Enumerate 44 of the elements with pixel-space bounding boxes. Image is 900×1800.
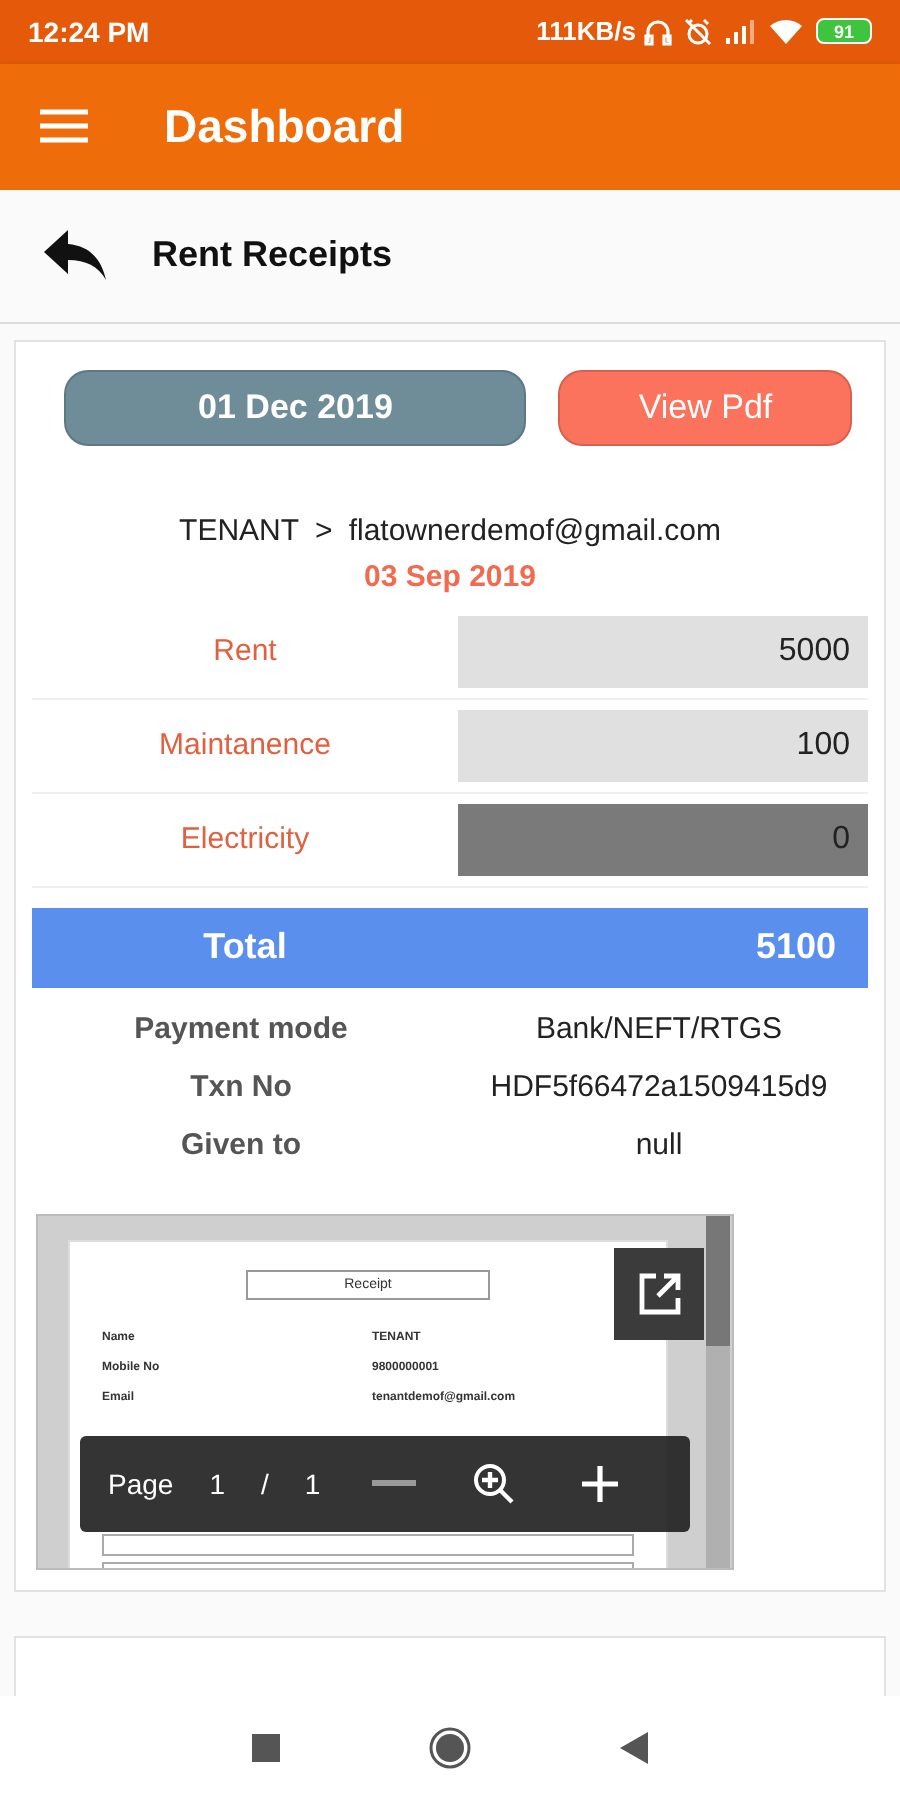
back-nav-icon[interactable] xyxy=(620,1732,648,1765)
detail-label: Given to xyxy=(180,1127,301,1162)
zoom-out-button[interactable] xyxy=(372,1479,417,1488)
scrollbar-thumb[interactable] xyxy=(706,1215,730,1346)
detail-value: Bank/NEFT/RTGS xyxy=(535,1011,783,1046)
arrow-separator: > xyxy=(315,513,333,548)
total-value: 5100 xyxy=(755,926,836,969)
page-slash: / xyxy=(261,1467,269,1500)
open-external-button[interactable] xyxy=(614,1247,704,1340)
status-time: 12:24 PM xyxy=(28,15,150,48)
detail-label: Txn No xyxy=(190,1069,292,1104)
page-title: Rent Receipts xyxy=(152,234,393,277)
detail-value: null xyxy=(635,1127,683,1162)
recents-icon[interactable] xyxy=(252,1734,280,1763)
owner-email: flatownerdemof@gmail.com xyxy=(348,513,721,548)
date-button[interactable]: 01 Dec 2019 xyxy=(64,369,527,446)
app-title: Dashboard xyxy=(164,99,405,154)
detail-value: HDF5f66472a1509415d9 xyxy=(490,1069,828,1104)
network-speed: 111KB/s xyxy=(536,16,636,47)
view-pdf-button[interactable]: View Pdf xyxy=(558,369,852,446)
charge-value: 5000 xyxy=(458,615,868,688)
charge-label: Rent xyxy=(213,634,277,669)
tenant-label: TENANT xyxy=(179,513,300,548)
current-page: 1 xyxy=(209,1467,225,1500)
charge-value: 0 xyxy=(458,803,868,876)
plus-button[interactable] xyxy=(580,1463,621,1504)
home-icon[interactable] xyxy=(428,1726,472,1771)
open-external-icon xyxy=(635,1269,683,1318)
charge-label: Maintanence xyxy=(159,728,331,763)
battery-level: 91 xyxy=(816,18,872,45)
zoom-in-button[interactable] xyxy=(472,1461,517,1506)
menu-icon[interactable] xyxy=(40,108,88,145)
detail-label: Payment mode xyxy=(134,1011,348,1046)
charge-label: Electricity xyxy=(180,822,310,857)
wifi-icon xyxy=(768,17,804,46)
page-label: Page xyxy=(108,1467,174,1500)
charge-value: 100 xyxy=(458,709,868,782)
total-pages: 1 xyxy=(304,1467,321,1500)
headphones-icon xyxy=(644,17,672,46)
signal-icon xyxy=(724,19,756,44)
back-icon[interactable] xyxy=(44,229,108,282)
total-label: Total xyxy=(203,926,287,969)
alarm-off-icon xyxy=(684,17,712,46)
receipt-date: 03 Sep 2019 xyxy=(364,559,536,594)
